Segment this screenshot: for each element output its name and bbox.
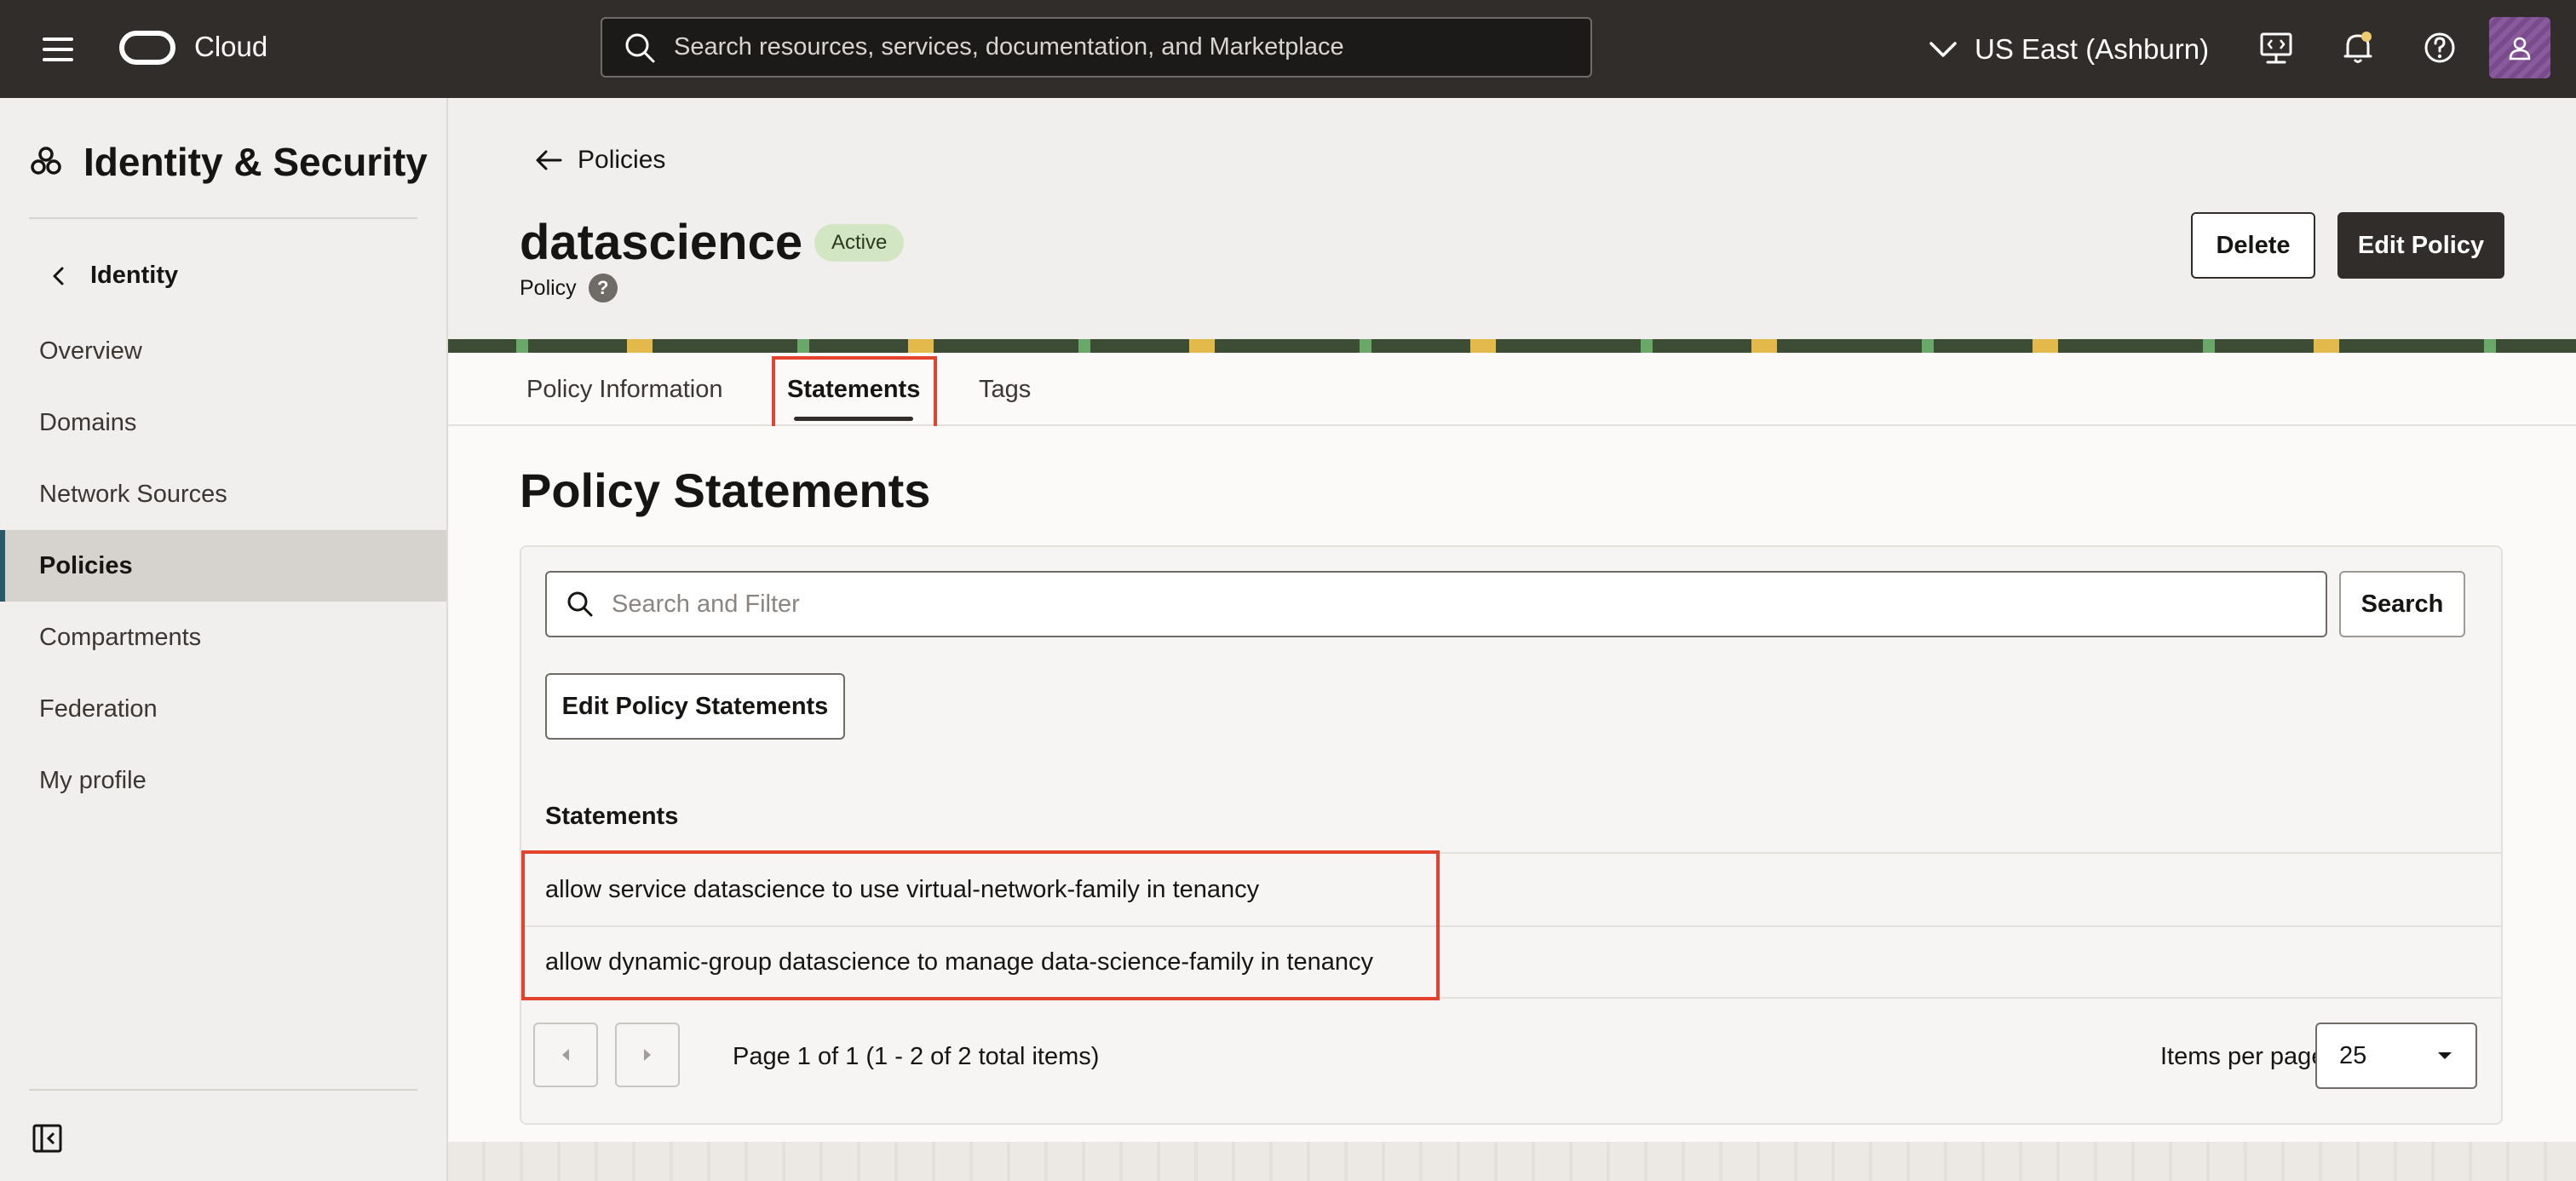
sidebar-title: Identity & Security: [83, 140, 428, 184]
caret-down-icon: [2438, 1052, 2452, 1059]
caret-right-icon: [644, 1049, 651, 1061]
sidebar-item-compartments[interactable]: Compartments: [0, 602, 446, 673]
status-badge: Active: [814, 224, 905, 262]
back-link-label: Policies: [578, 146, 666, 174]
sidebar-item-federation[interactable]: Federation: [0, 673, 446, 745]
sidebar: Identity & Security Identity Overview Do…: [0, 98, 448, 1181]
menu-icon[interactable]: [34, 31, 82, 68]
sidebar-item-network-sources[interactable]: Network Sources: [0, 458, 446, 530]
user-avatar-icon[interactable]: [2489, 17, 2550, 78]
statements-column-header: Statements: [545, 803, 679, 830]
back-to-policies-link[interactable]: Policies: [535, 146, 665, 175]
statements-panel: Search Edit Policy Statements Statements…: [520, 545, 2503, 1125]
filter-box[interactable]: [545, 571, 2327, 637]
user-icon: [2509, 37, 2531, 60]
sidebar-item-domains[interactable]: Domains: [0, 387, 446, 458]
items-per-page-select[interactable]: 25: [2315, 1023, 2477, 1089]
edit-policy-statements-button[interactable]: Edit Policy Statements: [545, 673, 845, 740]
pagination-info: Page 1 of 1 (1 - 2 of 2 total items): [733, 1043, 1100, 1070]
help-icon[interactable]: [2419, 27, 2460, 68]
sidebar-item-policies[interactable]: Policies: [0, 530, 446, 602]
items-per-page-label: Items per page: [2160, 1043, 2326, 1070]
page-header: Policies datascience Active Policy ? Del…: [448, 98, 2576, 339]
divider: [29, 1089, 417, 1091]
brand-label[interactable]: Cloud: [194, 31, 267, 63]
search-icon: [625, 33, 655, 62]
region-selector[interactable]: US East (Ashburn): [1929, 26, 2209, 73]
search-icon: [567, 591, 593, 617]
filter-input[interactable]: [612, 573, 2326, 636]
statements-content: Policy Statements Search Edit Policy Sta…: [448, 426, 2576, 1142]
divider: [29, 217, 417, 219]
page-subtitle: Policy ?: [520, 274, 618, 302]
developer-tools-icon[interactable]: [2256, 27, 2297, 68]
tab-bar: Policy Information Statements Tags: [448, 353, 2576, 433]
identity-security-icon: [31, 147, 61, 175]
main-content: Policies datascience Active Policy ? Del…: [448, 98, 2576, 1181]
caret-left-icon: [562, 1049, 569, 1061]
edit-policy-button[interactable]: Edit Policy: [2337, 212, 2504, 279]
sidebar-back-label: Identity: [90, 262, 179, 289]
collapse-sidebar-icon[interactable]: [31, 1121, 65, 1155]
help-icon[interactable]: ?: [588, 274, 618, 302]
items-per-page-value: 25: [2339, 1041, 2367, 1069]
previous-page-button[interactable]: [533, 1023, 598, 1087]
sidebar-header: Identity & Security: [29, 139, 428, 185]
tab-tags[interactable]: Tags: [979, 353, 1031, 426]
decorative-banner: [448, 339, 2576, 353]
global-search-box[interactable]: [601, 17, 1592, 78]
search-button[interactable]: Search: [2339, 571, 2465, 637]
sidebar-item-overview[interactable]: Overview: [0, 315, 446, 387]
sidebar-back-identity[interactable]: Identity: [51, 262, 178, 290]
section-title: Policy Statements: [520, 464, 931, 517]
global-search-input[interactable]: [674, 19, 1590, 76]
bell-icon[interactable]: [2337, 27, 2378, 68]
next-page-button[interactable]: [615, 1023, 680, 1087]
tab-policy-information[interactable]: Policy Information: [526, 353, 723, 426]
page-title: datascience: [520, 215, 803, 270]
region-label: US East (Ashburn): [1975, 33, 2210, 65]
chevron-down-icon: [1929, 42, 1957, 57]
sidebar-item-my-profile[interactable]: My profile: [0, 745, 446, 816]
footer-decoration: [448, 1142, 2576, 1181]
highlight-box-statements: [521, 850, 1440, 1000]
arrow-left-icon: [536, 150, 562, 170]
resource-type-label: Policy: [520, 275, 577, 300]
oracle-logo-icon[interactable]: [119, 31, 175, 65]
delete-button[interactable]: Delete: [2191, 212, 2315, 279]
chevron-left-icon: [53, 267, 64, 285]
highlight-box-tab: [772, 356, 937, 433]
top-bar: Cloud US East (Ashburn): [0, 0, 2576, 98]
